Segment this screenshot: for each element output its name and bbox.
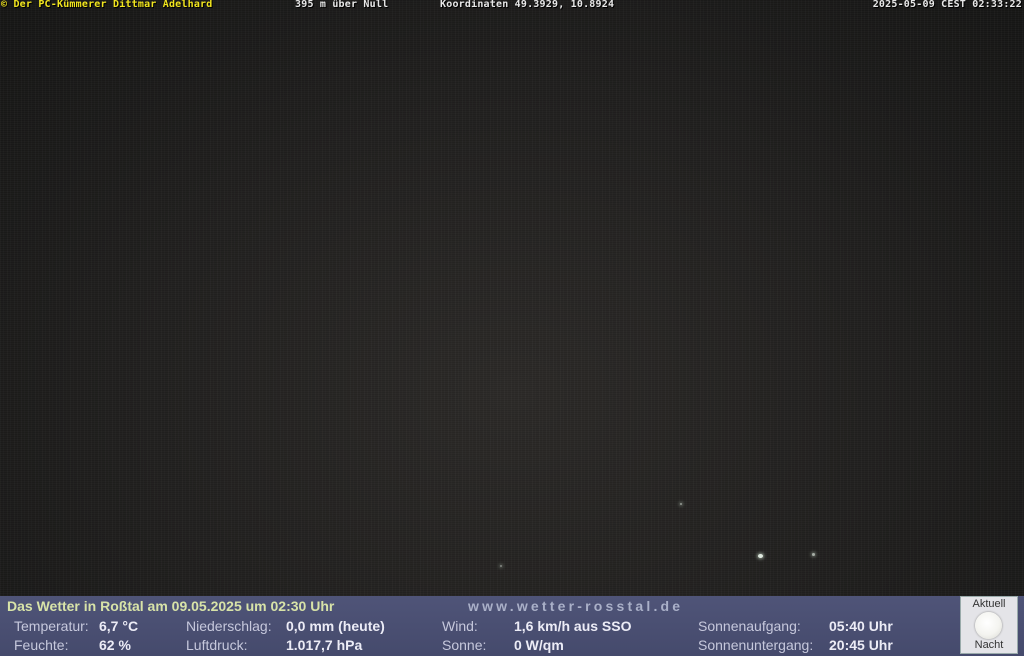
solar-label: Sonne: xyxy=(442,637,487,653)
temperature-label: Temperatur: xyxy=(14,618,89,634)
wind-label: Wind: xyxy=(442,618,478,634)
precipitation-value: 0,0 mm (heute) xyxy=(286,618,385,634)
moon-phase-box: Aktuell Nacht xyxy=(960,596,1018,654)
credit-text: © Der PC-Kümmerer Dittmar Adelhard xyxy=(1,0,213,10)
distant-light xyxy=(680,503,682,505)
humidity-label: Feuchte: xyxy=(14,637,69,653)
precipitation-label: Niederschlag: xyxy=(186,618,272,634)
altitude-text: 395 m über Null xyxy=(295,0,389,10)
website-link[interactable]: www.wetter-rosstal.de xyxy=(468,598,683,614)
timestamp-text: 2025-05-09 CEST 02:33:22 xyxy=(872,0,1022,10)
moon-top-label: Aktuell xyxy=(972,598,1006,610)
pressure-label: Luftdruck: xyxy=(186,637,248,653)
wind-value: 1,6 km/h aus SSO xyxy=(514,618,632,634)
weather-headline: Das Wetter in Roßtal am 09.05.2025 um 02… xyxy=(7,598,335,614)
pressure-value: 1.017,7 hPa xyxy=(286,637,363,653)
webcam-image: © Der PC-Kümmerer Dittmar Adelhard 395 m… xyxy=(0,0,1024,656)
distant-light xyxy=(500,565,502,567)
distant-light xyxy=(812,553,815,556)
moon-bottom-label: Nacht xyxy=(974,639,1004,651)
full-moon-icon xyxy=(975,612,1002,639)
solar-value: 0 W/qm xyxy=(514,637,564,653)
sunrise-value: 05:40 Uhr xyxy=(829,618,893,634)
distant-light xyxy=(758,554,763,558)
weather-panel: Das Wetter in Roßtal am 09.05.2025 um 02… xyxy=(0,596,1024,656)
sunrise-label: Sonnenaufgang: xyxy=(698,618,801,634)
humidity-value: 62 % xyxy=(99,637,131,653)
webcam-info-bar: © Der PC-Kümmerer Dittmar Adelhard 395 m… xyxy=(0,0,1024,10)
sunset-label: Sonnenuntergang: xyxy=(698,637,814,653)
coordinates-text: Koordinaten 49.3929, 10.8924 xyxy=(440,0,615,10)
temperature-value: 6,7 °C xyxy=(99,618,139,634)
sunset-value: 20:45 Uhr xyxy=(829,637,893,653)
